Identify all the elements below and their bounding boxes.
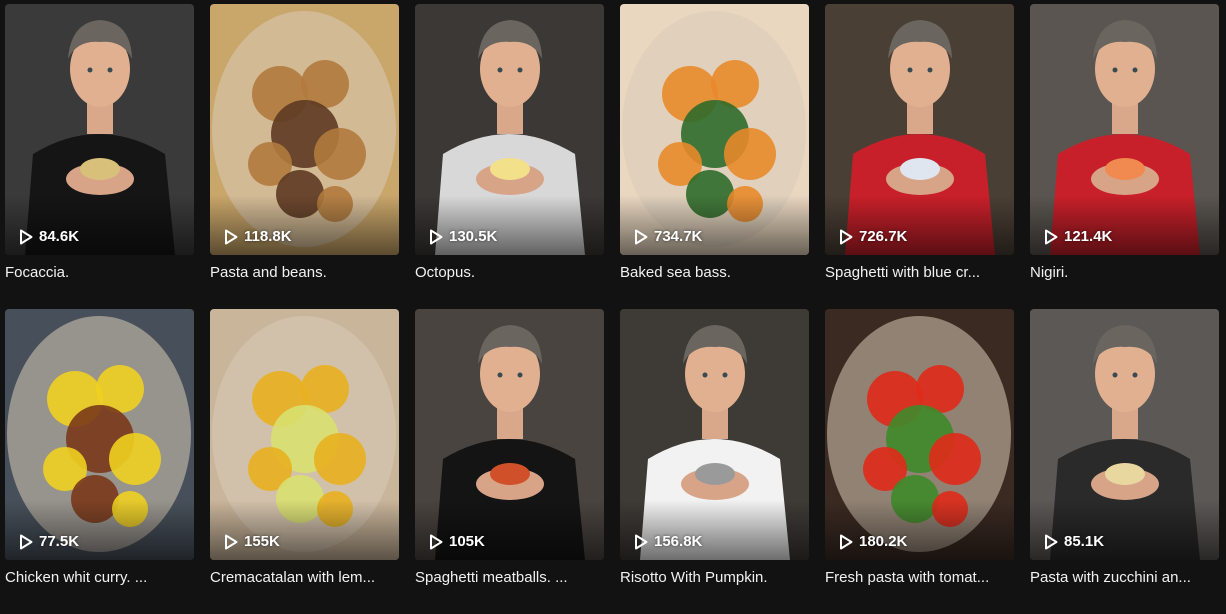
video-title[interactable]: Spaghetti meatballs. ... xyxy=(415,568,600,588)
video-title[interactable]: Focaccia. xyxy=(5,263,190,283)
video-thumbnail[interactable]: 121.4K xyxy=(1030,4,1219,255)
play-icon xyxy=(634,534,648,550)
view-count: 726.7K xyxy=(839,228,907,245)
view-count: 84.6K xyxy=(19,228,79,245)
view-count: 121.4K xyxy=(1044,228,1112,245)
view-count: 105K xyxy=(429,533,485,550)
view-count-text: 118.8K xyxy=(244,228,292,245)
view-count: 180.2K xyxy=(839,533,907,550)
video-title[interactable]: Octopus. xyxy=(415,263,600,283)
video-card[interactable]: 726.7K Spaghetti with blue cr... xyxy=(825,4,1014,309)
video-card[interactable]: 734.7K Baked sea bass. xyxy=(620,4,809,309)
thumbnail-gradient xyxy=(825,195,1014,255)
thumbnail-gradient xyxy=(415,500,604,560)
view-count-text: 734.7K xyxy=(654,228,703,245)
view-count-text: 155K xyxy=(244,533,280,550)
thumbnail-gradient xyxy=(1030,500,1219,560)
video-title[interactable]: Chicken whit curry. ... xyxy=(5,568,190,588)
view-count-text: 85.1K xyxy=(1064,533,1105,550)
play-icon xyxy=(1044,534,1058,550)
video-card[interactable]: 156.8K Risotto With Pumpkin. xyxy=(620,309,809,614)
video-thumbnail[interactable]: 726.7K xyxy=(825,4,1014,255)
play-icon xyxy=(19,534,33,550)
view-count-text: 84.6K xyxy=(39,228,80,245)
video-title[interactable]: Pasta with zucchini an... xyxy=(1030,568,1215,588)
video-card[interactable]: 118.8K Pasta and beans. xyxy=(210,4,399,309)
video-grid: 84.6K Focaccia. 118.8K Pasta and beans. 130.… xyxy=(5,4,1219,614)
video-card[interactable]: 77.5K Chicken whit curry. ... xyxy=(5,309,194,614)
view-count: 734.7K xyxy=(634,228,702,245)
play-icon xyxy=(839,229,853,245)
video-thumbnail[interactable]: 734.7K xyxy=(620,4,809,255)
view-count-text: 77.5K xyxy=(39,533,80,550)
thumbnail-gradient xyxy=(210,195,399,255)
video-thumbnail[interactable]: 130.5K xyxy=(415,4,604,255)
play-icon xyxy=(19,229,33,245)
video-title[interactable]: Baked sea bass. xyxy=(620,263,805,283)
view-count-text: 180.2K xyxy=(859,533,908,550)
video-title[interactable]: Risotto With Pumpkin. xyxy=(620,568,805,588)
video-thumbnail[interactable]: 105K xyxy=(415,309,604,560)
view-count: 85.1K xyxy=(1044,533,1104,550)
thumbnail-gradient xyxy=(210,500,399,560)
view-count-text: 130.5K xyxy=(449,228,498,245)
play-icon xyxy=(839,534,853,550)
video-title[interactable]: Fresh pasta with tomat... xyxy=(825,568,1010,588)
thumbnail-gradient xyxy=(415,195,604,255)
thumbnail-gradient xyxy=(620,500,809,560)
video-card[interactable]: 121.4K Nigiri. xyxy=(1030,4,1219,309)
video-title[interactable]: Spaghetti with blue cr... xyxy=(825,263,1010,283)
thumbnail-gradient xyxy=(5,195,194,255)
view-count-text: 726.7K xyxy=(859,228,908,245)
video-thumbnail[interactable]: 77.5K xyxy=(5,309,194,560)
video-card[interactable]: 155K Cremacatalan with lem... xyxy=(210,309,399,614)
view-count-text: 121.4K xyxy=(1064,228,1113,245)
thumbnail-gradient xyxy=(1030,195,1219,255)
play-icon xyxy=(429,229,443,245)
thumbnail-gradient xyxy=(5,500,194,560)
video-thumbnail[interactable]: 155K xyxy=(210,309,399,560)
view-count: 156.8K xyxy=(634,533,702,550)
play-icon xyxy=(634,229,648,245)
video-thumbnail[interactable]: 180.2K xyxy=(825,309,1014,560)
video-card[interactable]: 105K Spaghetti meatballs. ... xyxy=(415,309,604,614)
video-title[interactable]: Pasta and beans. xyxy=(210,263,395,283)
video-thumbnail[interactable]: 156.8K xyxy=(620,309,809,560)
play-icon xyxy=(1044,229,1058,245)
video-card[interactable]: 84.6K Focaccia. xyxy=(5,4,194,309)
video-card[interactable]: 85.1K Pasta with zucchini an... xyxy=(1030,309,1219,614)
video-title[interactable]: Nigiri. xyxy=(1030,263,1215,283)
video-thumbnail[interactable]: 84.6K xyxy=(5,4,194,255)
view-count: 130.5K xyxy=(429,228,497,245)
view-count-text: 105K xyxy=(449,533,485,550)
view-count: 118.8K xyxy=(224,228,292,245)
thumbnail-gradient xyxy=(825,500,1014,560)
view-count: 155K xyxy=(224,533,280,550)
video-thumbnail[interactable]: 118.8K xyxy=(210,4,399,255)
thumbnail-gradient xyxy=(620,195,809,255)
video-thumbnail[interactable]: 85.1K xyxy=(1030,309,1219,560)
view-count-text: 156.8K xyxy=(654,533,703,550)
play-icon xyxy=(224,534,238,550)
view-count: 77.5K xyxy=(19,533,79,550)
play-icon xyxy=(429,534,443,550)
video-card[interactable]: 180.2K Fresh pasta with tomat... xyxy=(825,309,1014,614)
video-title[interactable]: Cremacatalan with lem... xyxy=(210,568,395,588)
play-icon xyxy=(224,229,238,245)
video-card[interactable]: 130.5K Octopus. xyxy=(415,4,604,309)
